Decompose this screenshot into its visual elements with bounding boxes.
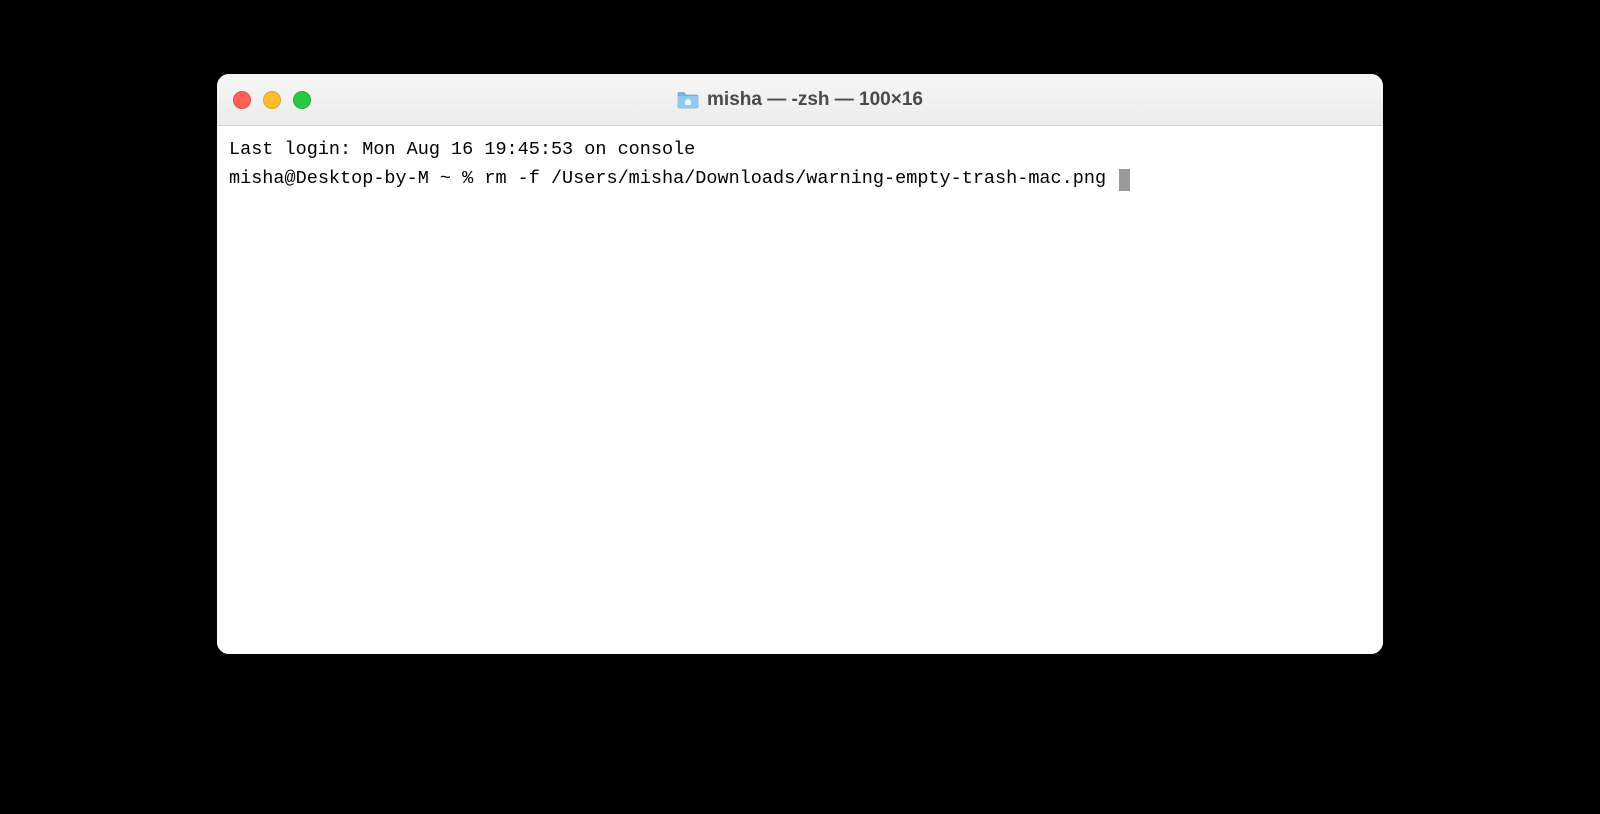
window-title-container: misha — -zsh — 100×16 bbox=[677, 89, 923, 111]
maximize-button[interactable] bbox=[293, 91, 311, 109]
window-title: misha — -zsh — 100×16 bbox=[707, 89, 923, 111]
cursor bbox=[1119, 169, 1130, 191]
traffic-lights bbox=[233, 91, 311, 109]
close-button[interactable] bbox=[233, 91, 251, 109]
minimize-button[interactable] bbox=[263, 91, 281, 109]
terminal-window: misha — -zsh — 100×16 Last login: Mon Au… bbox=[217, 74, 1383, 654]
terminal-output-line: Last login: Mon Aug 16 19:45:53 on conso… bbox=[229, 136, 1371, 165]
command-input[interactable]: rm -f /Users/misha/Downloads/warning-emp… bbox=[484, 168, 1117, 189]
home-folder-icon bbox=[677, 91, 699, 109]
terminal-prompt-line: misha@Desktop-by-M ~ % rm -f /Users/mish… bbox=[229, 165, 1371, 194]
prompt: misha@Desktop-by-M ~ % bbox=[229, 168, 484, 189]
terminal-body[interactable]: Last login: Mon Aug 16 19:45:53 on conso… bbox=[217, 126, 1383, 654]
titlebar[interactable]: misha — -zsh — 100×16 bbox=[217, 74, 1383, 126]
